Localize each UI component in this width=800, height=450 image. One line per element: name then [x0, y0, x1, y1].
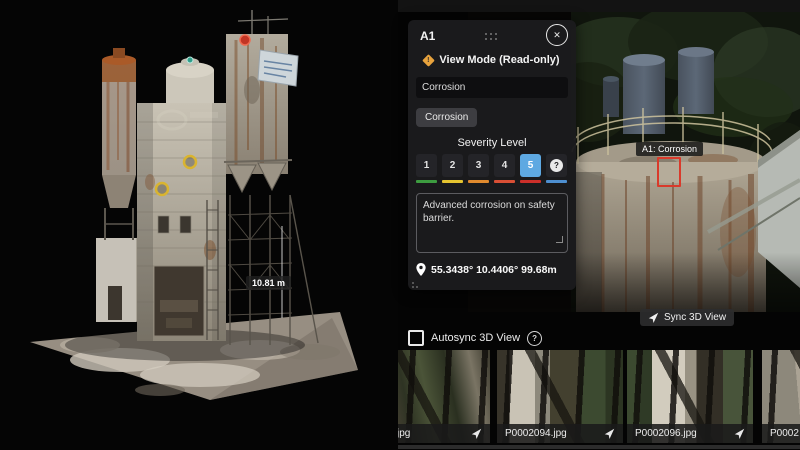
severity-button-3[interactable]: 3: [468, 154, 489, 183]
measurement-label: 10.81 m: [246, 276, 291, 290]
help-icon[interactable]: ?: [527, 331, 542, 346]
location-row: 55.3438° 10.4406° 99.68m: [416, 263, 557, 276]
annotation-marker-yellow-1[interactable]: [184, 156, 196, 168]
severity-color-bar: [416, 180, 437, 183]
panel-title: A1: [420, 29, 435, 43]
view-mode-label: View Mode (Read-only): [439, 54, 559, 66]
severity-color-bar: [442, 180, 463, 183]
warning-icon: !: [423, 54, 436, 67]
annotation-marker-teal[interactable]: [187, 57, 193, 63]
autosync-checkbox[interactable]: [408, 330, 424, 346]
thumbnail-filename: P0002096.jpg: [635, 428, 697, 439]
severity-color-bar: [468, 180, 489, 183]
autosync-row: Autosync 3D View ?: [408, 330, 542, 346]
annotation-marker-box[interactable]: [657, 157, 681, 187]
annotation-marker-yellow-2[interactable]: [156, 183, 168, 195]
navigation-arrow-icon[interactable]: [604, 428, 615, 439]
thumbnail-filename: P0002094.jpg: [505, 428, 567, 439]
navigation-arrow-icon[interactable]: [471, 428, 482, 439]
severity-help-button[interactable]: ?: [546, 154, 567, 183]
severity-level-title: Severity Level: [408, 137, 576, 149]
thumbnail-filename: 2093.jpg: [398, 428, 410, 439]
navigation-arrow-icon[interactable]: [734, 428, 745, 439]
annotation-marker-red[interactable]: [240, 35, 250, 45]
severity-color-bar: [520, 180, 541, 183]
sync-button-label: Sync 3D View: [664, 312, 726, 323]
autosync-label: Autosync 3D View: [431, 332, 520, 344]
location-pin-icon: [416, 263, 426, 276]
app-window: 10.81 m: [0, 0, 800, 450]
corrosion-tag[interactable]: Corrosion: [416, 108, 477, 127]
severity-selector: 1 2 3 4 5 ?: [416, 154, 568, 183]
view-mode-banner: ! View Mode (Read-only): [408, 54, 576, 66]
location-coordinates: 55.3438° 10.4406° 99.68m: [431, 264, 557, 276]
central-silo: [137, 103, 226, 341]
close-icon[interactable]: ✕: [546, 24, 568, 46]
dome-silo: [166, 57, 214, 108]
photo-thumbnail[interactable]: P0002: [762, 350, 800, 443]
severity-button-5[interactable]: 5: [520, 154, 541, 183]
severity-button-1[interactable]: 1: [416, 154, 437, 183]
photo-thumbnail[interactable]: P0002094.jpg: [497, 350, 623, 443]
photo-thumbnail[interactable]: 2093.jpg: [398, 350, 490, 443]
sync-3d-view-button[interactable]: Sync 3D View: [640, 309, 734, 326]
severity-button-2[interactable]: 2: [442, 154, 463, 183]
panel-resize-grip[interactable]: [412, 280, 420, 288]
severity-color-bar: [494, 180, 515, 183]
rusty-silo: [102, 48, 136, 240]
navigation-arrow-icon: [648, 312, 659, 323]
thumbnail-filename: P0002: [770, 428, 799, 439]
annotation-type-input[interactable]: [416, 77, 568, 98]
photo-pane-top-strip: [398, 0, 800, 12]
photo-thumbnail[interactable]: P0002096.jpg: [627, 350, 753, 443]
severity-button-4[interactable]: 4: [494, 154, 515, 183]
severity-color-bar: [546, 180, 567, 183]
right-silo: [226, 10, 288, 174]
thumbnail-scrollbar[interactable]: [398, 445, 800, 449]
question-icon: ?: [550, 159, 563, 172]
textarea-resize-grip[interactable]: [556, 236, 563, 243]
drag-handle[interactable]: [485, 33, 499, 41]
description-textarea[interactable]: Advanced corrosion on safety barrier.: [416, 193, 568, 253]
sign-panel: [258, 50, 298, 86]
3d-model-silo-structure: [0, 0, 398, 450]
annotation-panel: A1 ✕ ! View Mode (Read-only) Corrosion S…: [408, 20, 576, 290]
annotation-marker-label: A1: Corrosion: [636, 142, 703, 156]
3d-viewer-pane[interactable]: 10.81 m: [0, 0, 398, 450]
